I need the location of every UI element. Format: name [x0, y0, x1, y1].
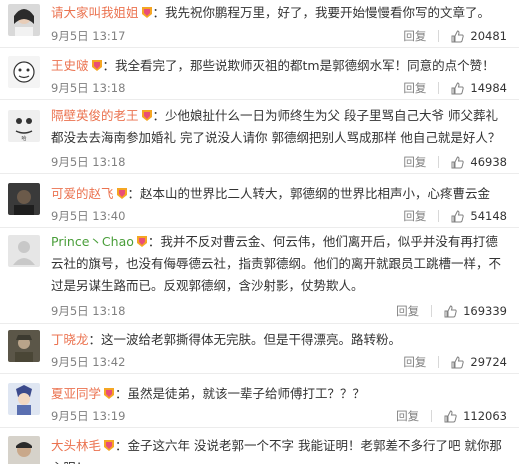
- reply-button[interactable]: 回复: [396, 407, 419, 425]
- comment-time: 9月5日 13:40: [51, 209, 126, 223]
- avatar[interactable]: [8, 330, 40, 362]
- like-count: 29724: [470, 355, 507, 369]
- avatar[interactable]: [8, 436, 40, 464]
- badge-icon: [116, 187, 128, 200]
- comment-time: 9月5日 13:18: [51, 304, 126, 318]
- badge-icon: [103, 387, 115, 400]
- comment-time: 9月5日 13:17: [51, 29, 126, 43]
- comment-item: 哈 隔壁英俊的老王 ：少他娘扯什么一日为师终生为父 段子里骂自己大爷 师父葬礼都没…: [0, 100, 519, 174]
- comment-meta: 9月5日 13:18 回复 14984: [51, 79, 507, 97]
- comment-content: 隔壁英俊的老王 ：少他娘扯什么一日为师终生为父 段子里骂自己大爷 师父葬礼都没去去…: [51, 105, 505, 149]
- comment-item: 丁晓龙：这一波给老郭撕得体无完肤。但是干得漂亮。路转粉。 9月5日 13:42 …: [0, 324, 519, 374]
- comment-text: ：金子这六年 没说老郭一个不字 我能证明！老郭差不多行了吧 就你那心眼！: [51, 438, 502, 464]
- comment-item: 大头林毛：金子这六年 没说老郭一个不字 我能证明！老郭差不多行了吧 就你那心眼！: [0, 428, 519, 464]
- avatar[interactable]: [8, 183, 40, 215]
- like-count: 112063: [463, 409, 507, 423]
- comment-content: 夏亚同学 ：虽然是徒弟，就该一辈子给师傅打工？？？: [51, 383, 505, 405]
- comment-content: 王史啵 ：我全看完了，那些说欺师灭祖的都tm是郭德纲水军！同意的点个赞！: [51, 55, 505, 77]
- comment-content: 可爱的赵飞 ：赵本山的世界比二人转大，郭德纲的世界比相声小，心疼曹云金: [51, 183, 505, 205]
- comment-username[interactable]: 可爱的赵飞: [51, 186, 114, 201]
- comment-meta: 9月5日 13:17 回复 20481: [51, 27, 507, 45]
- badge-icon: [103, 439, 115, 452]
- reply-button[interactable]: 回复: [403, 153, 426, 171]
- avatar[interactable]: 哈: [8, 110, 40, 142]
- comment-content: 丁晓龙：这一波给老郭撕得体无完肤。但是干得漂亮。路转粉。: [51, 329, 505, 351]
- comment-meta: 9月5日 13:19 回复 112063: [51, 407, 507, 425]
- like-count: 54148: [470, 209, 507, 223]
- comment-content: Prince丶Chao ：我并不反对曹云金、何云伟，他们离开后，似乎并没有再打德云…: [51, 231, 505, 297]
- reply-button[interactable]: 回复: [403, 79, 426, 97]
- reply-button[interactable]: 回复: [396, 302, 419, 320]
- like-button[interactable]: 14984: [451, 79, 507, 97]
- comment-item: 可爱的赵飞 ：赵本山的世界比二人转大，郭德纲的世界比相声小，心疼曹云金 9月5日 …: [0, 174, 519, 228]
- thumbs-up-icon: [451, 155, 465, 169]
- thumbs-up-icon: [451, 81, 465, 95]
- avatar[interactable]: [8, 383, 40, 415]
- comment-meta: 9月5日 13:18 回复 169339: [51, 302, 507, 320]
- like-button[interactable]: 169339: [444, 302, 507, 320]
- comment-time: 9月5日 13:19: [51, 409, 126, 423]
- reply-button[interactable]: 回复: [403, 27, 426, 45]
- reply-button[interactable]: 回复: [403, 207, 426, 225]
- avatar[interactable]: [8, 56, 40, 88]
- divider: [431, 305, 433, 317]
- like-count: 169339: [463, 304, 507, 318]
- comment-item: Prince丶Chao ：我并不反对曹云金、何云伟，他们离开后，似乎并没有再打德云…: [0, 228, 519, 324]
- badge-icon: [91, 59, 103, 72]
- thumbs-up-icon: [451, 355, 465, 369]
- divider: [431, 410, 433, 422]
- comment-text: ：赵本山的世界比二人转大，郭德纲的世界比相声小，心疼曹云金: [127, 186, 491, 201]
- thumbs-up-icon: [451, 29, 465, 43]
- comment-username[interactable]: 夏亚同学: [51, 386, 101, 401]
- like-count: 46938: [470, 155, 507, 169]
- divider: [438, 356, 440, 368]
- comment-content: 请大家叫我姐姐 ：我先祝你鹏程万里，好了，我要开始慢慢看你写的文章了。: [51, 2, 505, 24]
- comment-item: 请大家叫我姐姐 ：我先祝你鹏程万里，好了，我要开始慢慢看你写的文章了。 9月5日 …: [0, 0, 519, 48]
- divider: [438, 82, 440, 94]
- like-count: 14984: [470, 81, 507, 95]
- comment-username[interactable]: 大头林毛: [51, 438, 101, 453]
- reply-button[interactable]: 回复: [403, 353, 426, 371]
- comment-username[interactable]: 王史啵: [51, 58, 89, 73]
- comment-item: 王史啵 ：我全看完了，那些说欺师灭祖的都tm是郭德纲水军！同意的点个赞！ 9月5日…: [0, 48, 519, 100]
- comment-text: ：我先祝你鹏程万里，好了，我要开始慢慢看你写的文章了。: [152, 5, 491, 20]
- like-button[interactable]: 54148: [451, 207, 507, 225]
- like-button[interactable]: 46938: [451, 153, 507, 171]
- avatar[interactable]: [8, 235, 40, 267]
- comment-time: 9月5日 13:18: [51, 155, 126, 169]
- comment-time: 9月5日 13:42: [51, 355, 126, 369]
- svg-text:哈: 哈: [21, 135, 26, 142]
- comment-content: 大头林毛：金子这六年 没说老郭一个不字 我能证明！老郭差不多行了吧 就你那心眼！: [51, 435, 505, 464]
- comment-time: 9月5日 13:18: [51, 81, 126, 95]
- comment-username[interactable]: 请大家叫我姐姐: [51, 5, 139, 20]
- badge-icon: [141, 6, 153, 19]
- divider: [438, 30, 440, 42]
- comment-text: ：虽然是徒弟，就该一辈子给师傅打工？？？: [115, 386, 366, 401]
- like-count: 20481: [470, 29, 507, 43]
- comment-item: 夏亚同学 ：虽然是徒弟，就该一辈子给师傅打工？？？ 9月5日 13:19 回复 1…: [0, 374, 519, 428]
- like-button[interactable]: 112063: [444, 407, 507, 425]
- badge-icon: [136, 235, 148, 248]
- comment-list: 请大家叫我姐姐 ：我先祝你鹏程万里，好了，我要开始慢慢看你写的文章了。 9月5日 …: [0, 0, 519, 464]
- avatar[interactable]: [8, 4, 40, 36]
- comment-meta: 9月5日 13:18 回复 46938: [51, 153, 507, 171]
- badge-icon: [141, 109, 153, 122]
- comment-username[interactable]: 隔壁英俊的老王: [51, 108, 139, 123]
- thumbs-up-icon: [444, 304, 457, 318]
- thumbs-up-icon: [451, 209, 465, 223]
- comment-username[interactable]: 丁晓龙: [51, 332, 89, 347]
- comment-meta: 9月5日 13:40 回复 54148: [51, 207, 507, 225]
- comment-username[interactable]: Prince丶Chao: [51, 234, 134, 249]
- comment-text: ：我全看完了，那些说欺师灭祖的都tm是郭德纲水军！同意的点个赞！: [102, 58, 495, 73]
- like-button[interactable]: 20481: [451, 27, 507, 45]
- divider: [438, 156, 440, 168]
- comment-text: ：这一波给老郭撕得体无完肤。但是干得漂亮。路转粉。: [88, 332, 402, 347]
- comment-meta: 9月5日 13:42 回复 29724: [51, 353, 507, 371]
- divider: [438, 210, 440, 222]
- like-button[interactable]: 29724: [451, 353, 507, 371]
- thumbs-up-icon: [444, 409, 457, 423]
